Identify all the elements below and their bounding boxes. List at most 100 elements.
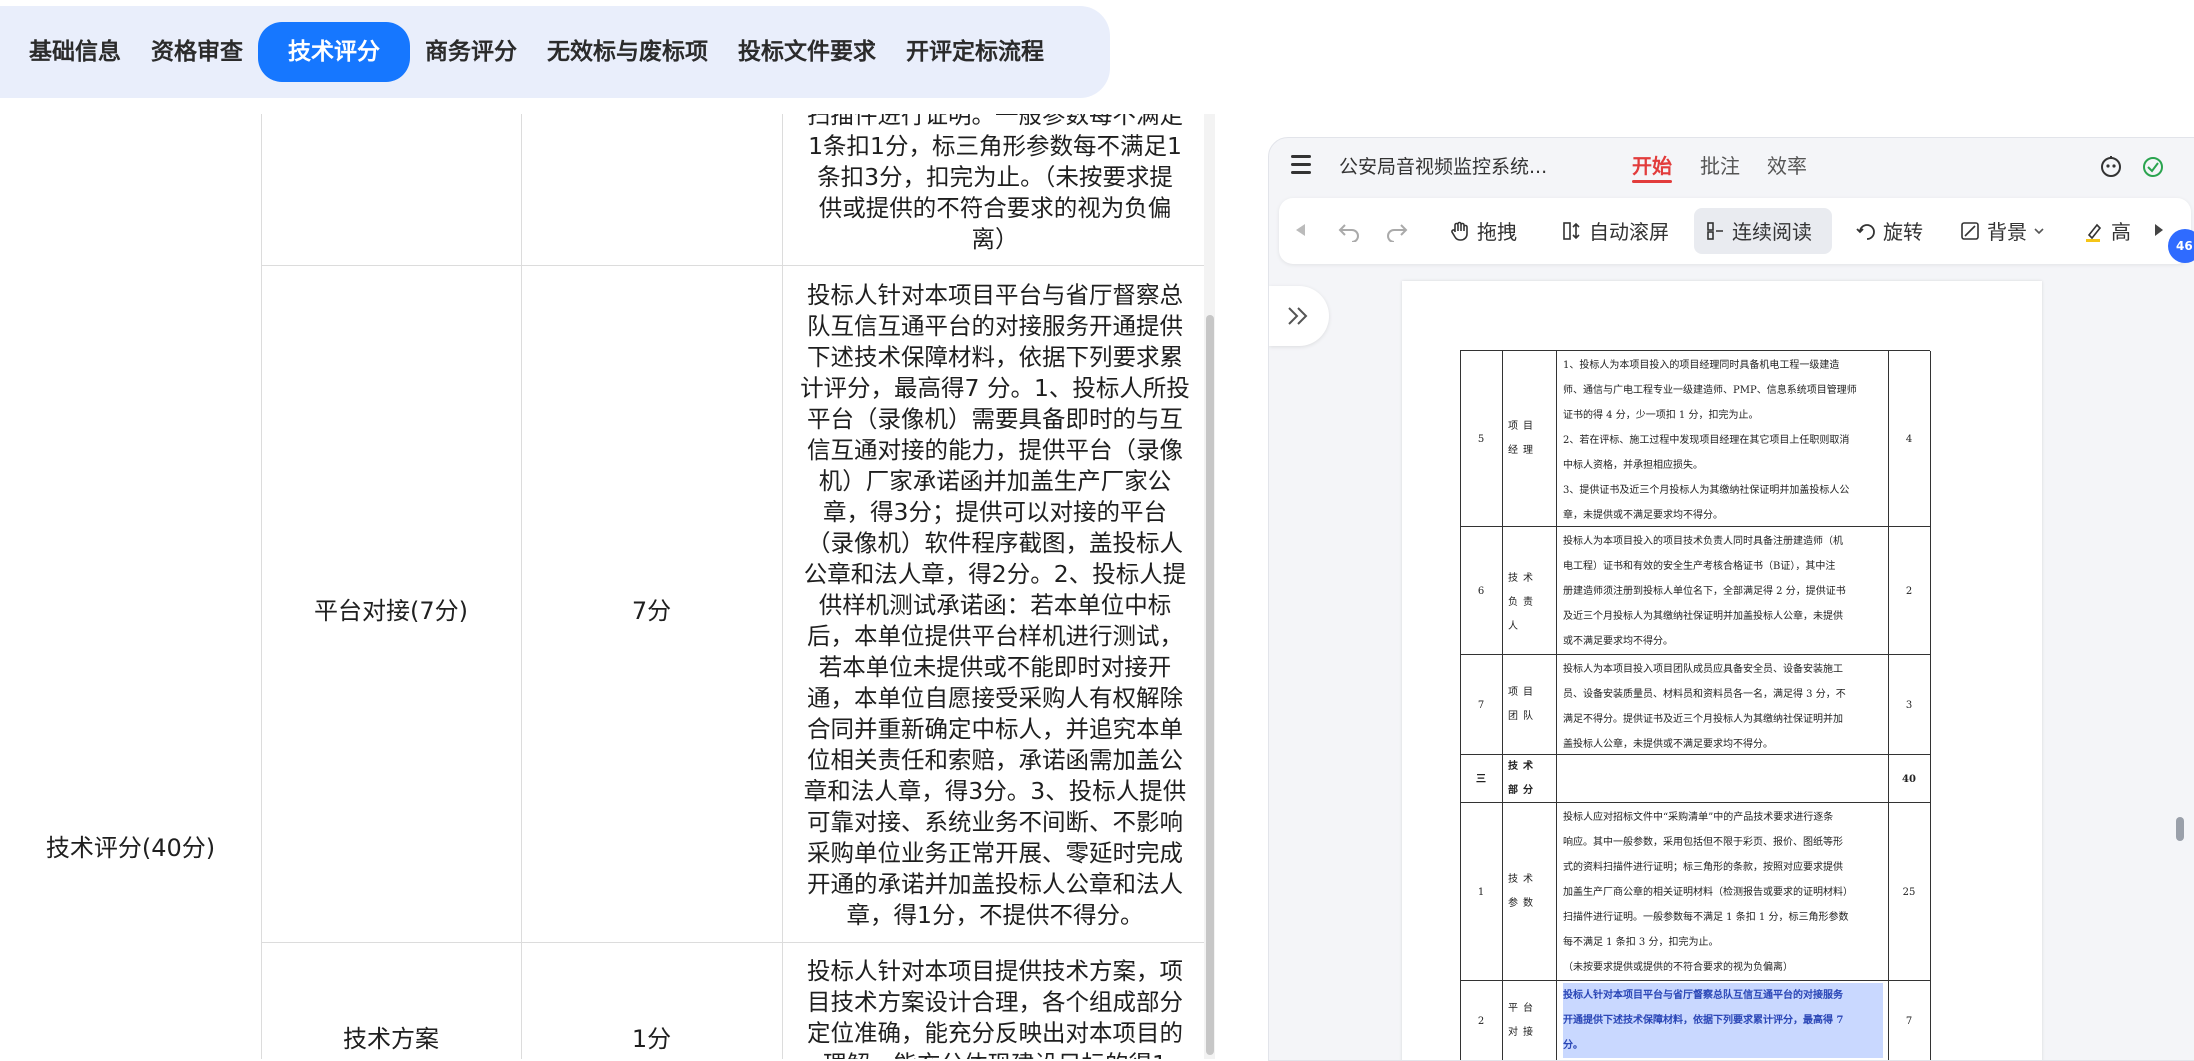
double-chevron-right-icon xyxy=(1288,307,1308,325)
pdf-cell-score: 2 xyxy=(1905,586,1913,597)
pdf-table-divider xyxy=(1556,655,1557,755)
tab-business-score[interactable]: 商务评分 xyxy=(410,22,532,82)
pdf-table-row: 三 技术部分 40 xyxy=(1460,754,1931,803)
auto-scroll-button[interactable]: 自动滚屏 xyxy=(1561,216,1669,245)
pdf-table-divider xyxy=(1502,351,1503,527)
toolbar-more-icon[interactable] xyxy=(2153,222,2165,238)
tab-invalid-bid[interactable]: 无效标与废标项 xyxy=(532,22,723,82)
pdf-table-divider xyxy=(1502,655,1503,755)
row-divider xyxy=(261,265,1206,266)
section-tab-bar: 基础信息 资格审查 技术评分 商务评分 无效标与废标项 投标文件要求 开评定标流… xyxy=(0,6,1110,98)
pdf-cell-number: 7 xyxy=(1477,700,1485,711)
tab-evaluation-process[interactable]: 开评定标流程 xyxy=(891,22,1059,82)
highlight-button[interactable]: 高 xyxy=(2083,216,2131,245)
rotate-icon xyxy=(1856,223,1875,240)
row-divider xyxy=(261,942,1206,943)
rotate-button[interactable]: 旋转 xyxy=(1855,216,1923,245)
pdf-table-divider xyxy=(1502,803,1503,981)
table-cell-description: 投标人针对本项目提供技术方案，项 目技术方案设计合理，各个组成部分 定位准确，能充分… xyxy=(807,957,1183,1059)
pdf-cell-number: 2 xyxy=(1477,1016,1485,1027)
pdf-cell-score: 3 xyxy=(1905,700,1913,711)
pdf-cell-description: 投标人为本项目投入项目团队成员应具备安全员、设备安装施工 员、设备安装质量员、材料… xyxy=(1563,664,1846,750)
table-scrollbar-thumb[interactable] xyxy=(1206,315,1214,1055)
pdf-cell-item: 项目团队 xyxy=(1508,687,1538,722)
scoring-table: 扫描件进行证明。一般参数每不满足 1条扣1分，标三角形参数每不满足1 条扣3分，扣完… xyxy=(0,114,1212,1059)
pdf-table-divider xyxy=(1930,803,1931,981)
pdf-table-divider xyxy=(1556,755,1557,803)
active-tab-indicator xyxy=(1632,180,1672,183)
viewer-header: 公安局音视频监控系统... 开始 批注 效率 xyxy=(1269,138,2194,194)
pdf-cell-number: 6 xyxy=(1477,586,1485,597)
pdf-table-divider xyxy=(1556,803,1557,981)
viewer-tab-start[interactable]: 开始 xyxy=(1632,150,1672,179)
table-cell-description: 投标人针对本项目平台与省厅督察总 队互信互通平台的对接服务开通提供 下述技术保障材料… xyxy=(800,281,1190,929)
pdf-cell-item: 技术部分 xyxy=(1508,761,1538,796)
pdf-cell-score: 40 xyxy=(1902,774,1916,785)
pdf-table-divider xyxy=(1556,351,1557,527)
table-divider xyxy=(782,114,783,1059)
drag-label: 拖拽 xyxy=(1477,220,1517,244)
pdf-table-divider xyxy=(1930,351,1931,527)
table-cell-item: 技术方案 xyxy=(343,1025,439,1053)
highlighter-icon xyxy=(2086,223,2102,242)
pdf-cell-description: 投标人为本项目投入的项目技术负责人同时具备注册建造师（机 电工程）证书和有效的安全… xyxy=(1563,536,1846,647)
table-cell-score: 7分 xyxy=(631,597,672,625)
tab-bid-requirements[interactable]: 投标文件要求 xyxy=(723,22,891,82)
document-title: 公安局音视频监控系统... xyxy=(1339,156,1548,178)
pdf-cell-score: 4 xyxy=(1905,434,1913,445)
pdf-table-divider xyxy=(1930,527,1931,655)
viewer-scrollbar-thumb[interactable] xyxy=(2176,817,2184,841)
pdf-table-row: 7 项目团队 投标人为本项目投入项目团队成员应具备安全员、设备安装施工 员、设备安装质… xyxy=(1460,654,1931,755)
pdf-table-row: 1 技术参数 投标人应对招标文件中“采购清单”中的产品技术要求进行逐条 响应。其中一般… xyxy=(1460,802,1931,981)
table-cell-description: 扫描件进行证明。一般参数每不满足 1条扣1分，标三角形参数每不满足1 条扣3分，扣完… xyxy=(807,114,1183,253)
pdf-cell-description: 投标人应对招标文件中“采购清单”中的产品技术要求进行逐条 响应。其中一般参数，采用… xyxy=(1563,812,1853,973)
pdf-table-divider xyxy=(1930,755,1931,803)
pdf-cell-number: 5 xyxy=(1477,434,1485,445)
pdf-viewer-panel: 公安局音视频监控系统... 开始 批注 效率 拖拽 自动滚屏 连续阅读 旋转 背… xyxy=(1268,137,2194,1061)
drag-tool-button[interactable]: 拖拽 xyxy=(1449,216,1517,245)
sync-check-icon[interactable] xyxy=(2141,155,2165,179)
continuous-read-button[interactable]: 连续阅读 xyxy=(1704,216,1812,245)
tab-technical-score[interactable]: 技术评分 xyxy=(258,22,410,82)
pdf-table-row: 2 平台对接 投标人针对本项目平台与省厅督察总队互信互通平台的对接服务 开通提供下述技… xyxy=(1460,980,1931,1060)
prev-icon[interactable] xyxy=(1293,222,1307,238)
pdf-cell-score: 7 xyxy=(1905,1016,1913,1027)
viewer-tab-efficiency[interactable]: 效率 xyxy=(1767,150,1807,179)
pdf-table-divider xyxy=(1502,527,1503,655)
pdf-table-divider xyxy=(1930,655,1931,755)
pdf-cell-item: 平台对接 xyxy=(1508,1003,1538,1038)
pdf-cell-description: 投标人针对本项目平台与省厅督察总队互信互通平台的对接服务 开通提供下述技术保障材料… xyxy=(1563,983,1883,1058)
pdf-table-divider xyxy=(1556,981,1557,1060)
pdf-cell-number: 1 xyxy=(1477,887,1485,898)
tab-qualification[interactable]: 资格审查 xyxy=(136,22,258,82)
auto-scroll-icon xyxy=(1563,221,1580,240)
rotate-label: 旋转 xyxy=(1883,220,1923,244)
background-button[interactable]: 背景 xyxy=(1959,216,2045,245)
tab-basic-info[interactable]: 基础信息 xyxy=(14,22,136,82)
assistant-robot-icon[interactable] xyxy=(2098,154,2124,180)
pdf-cell-item: 技术负责人 xyxy=(1508,573,1538,632)
table-cell-category: 技术评分(40分) xyxy=(45,834,216,862)
pdf-table-divider xyxy=(1502,755,1503,803)
chevron-down-icon xyxy=(2034,227,2044,234)
pdf-table-divider xyxy=(1556,527,1557,655)
viewer-tab-annotate[interactable]: 批注 xyxy=(1700,150,1740,179)
pdf-table-row: 6 技术负责人 投标人为本项目投入的项目技术负责人同时具备注册建造师（机 电工程）证书… xyxy=(1460,526,1931,655)
expand-sidebar-button[interactable] xyxy=(1269,286,1329,346)
undo-icon[interactable] xyxy=(1337,220,1361,242)
redo-icon[interactable] xyxy=(1385,220,1409,242)
pdf-cell-score: 25 xyxy=(1902,887,1916,898)
pdf-cell-description: 1、投标人为本项目投入的项目经理同时具备机电工程一级建造 师、通信与广电工程专业一… xyxy=(1563,360,1857,521)
background-label: 背景 xyxy=(1987,220,2027,244)
pdf-table-row: 5 项目经理 1、投标人为本项目投入的项目经理同时具备机电工程一级建造 师、通信与广电… xyxy=(1460,350,1931,527)
pdf-page: 5 项目经理 1、投标人为本项目投入的项目经理同时具备机电工程一级建造 师、通信与广电… xyxy=(1402,281,2042,1060)
pdf-cell-number: 三 xyxy=(1476,774,1486,785)
page-number-badge[interactable]: 46 xyxy=(2168,229,2194,263)
pdf-cell-item: 技术参数 xyxy=(1508,874,1538,909)
hand-icon xyxy=(1451,221,1468,241)
table-cell-item: 平台对接(7分) xyxy=(314,597,468,625)
menu-icon[interactable] xyxy=(1291,155,1311,175)
continuous-read-label: 连续阅读 xyxy=(1732,220,1812,244)
pdf-cell-item: 项目经理 xyxy=(1508,421,1538,456)
pdf-table-divider xyxy=(1930,981,1931,1060)
